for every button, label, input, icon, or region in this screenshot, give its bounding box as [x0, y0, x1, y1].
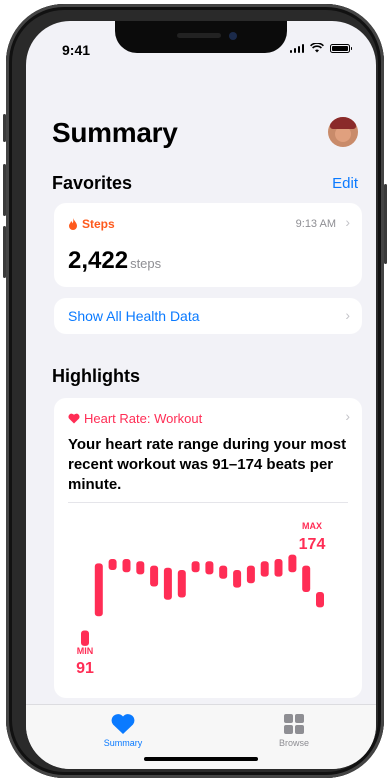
- edit-button[interactable]: Edit: [332, 175, 358, 192]
- volume-down-button: [3, 226, 6, 278]
- home-indicator: [144, 757, 258, 761]
- chevron-right-icon: ›: [345, 214, 350, 230]
- signal-icon: [289, 43, 304, 53]
- heart-rate-bar: [136, 561, 145, 575]
- favorites-heading: Favorites: [52, 173, 133, 193]
- tab-browse[interactable]: Browse: [254, 713, 334, 748]
- heart-icon: [111, 714, 135, 734]
- min-label: MIN: [77, 646, 94, 656]
- heart-rate-bar: [260, 561, 269, 577]
- heart-rate-bar: [288, 554, 297, 573]
- steps-value-row: 2,422 steps: [68, 247, 161, 275]
- heart-rate-bar: [108, 559, 117, 570]
- tab-summary[interactable]: Summary: [83, 713, 163, 748]
- grid-icon: [284, 714, 304, 734]
- heart-rate-bar: [150, 565, 159, 587]
- tab-summary-label: Summary: [103, 738, 143, 748]
- chevron-right-icon: ›: [345, 307, 350, 323]
- steps-time: 9:13 AM: [295, 218, 336, 230]
- heart-rate-bar: [274, 559, 283, 577]
- steps-unit: steps: [130, 256, 162, 271]
- heart-rate-chart: MAX 174 MIN 91: [76, 521, 326, 677]
- heart-rate-bar: [205, 561, 214, 575]
- notch: [115, 21, 287, 53]
- steps-value: 2,422: [68, 247, 129, 274]
- steps-card[interactable]: Steps 9:13 AM › 2,422 steps: [54, 203, 362, 287]
- heart-rate-bar: [81, 630, 89, 646]
- status-icons: [289, 43, 352, 53]
- heart-rate-highlight-card[interactable]: Heart Rate: Workout › Your heart rate ra…: [54, 398, 362, 698]
- show-all-health-data-button[interactable]: Show All Health Data ›: [54, 298, 362, 334]
- avatar[interactable]: [328, 117, 358, 147]
- side-button: [384, 184, 387, 264]
- screen: 9:41 Summary Favorites Edit Steps 9:13 A…: [26, 21, 376, 769]
- steps-label: Steps: [82, 217, 115, 231]
- show-all-label: Show All Health Data: [68, 308, 200, 324]
- heart-rate-bar: [177, 570, 186, 598]
- max-label: MAX: [302, 521, 322, 531]
- heart-rate-bar: [122, 559, 131, 573]
- phone-frame: 9:41 Summary Favorites Edit Steps 9:13 A…: [3, 4, 387, 778]
- mute-switch: [3, 114, 6, 142]
- steps-header: Steps: [68, 217, 115, 231]
- status-time: 9:41: [62, 42, 91, 58]
- tab-bar: Summary Browse: [26, 704, 376, 769]
- heart-rate-bar: [316, 592, 324, 608]
- wifi-icon: [310, 43, 324, 53]
- min-value: 91: [76, 660, 94, 677]
- max-value: 174: [299, 536, 326, 553]
- heart-rate-bar: [163, 567, 172, 600]
- page-title: Summary: [52, 117, 178, 148]
- heart-rate-bar: [233, 570, 242, 588]
- heart-rate-bar: [246, 565, 255, 584]
- heart-rate-bar: [191, 561, 200, 573]
- battery-icon: [330, 44, 352, 53]
- heart-rate-bar: [219, 565, 228, 579]
- heart-rate-bar: [94, 563, 103, 617]
- heart-rate-bar: [302, 565, 311, 592]
- tab-browse-label: Browse: [278, 738, 309, 748]
- highlights-heading: Highlights: [52, 366, 140, 386]
- flame-icon: [69, 218, 77, 230]
- volume-up-button: [3, 164, 6, 216]
